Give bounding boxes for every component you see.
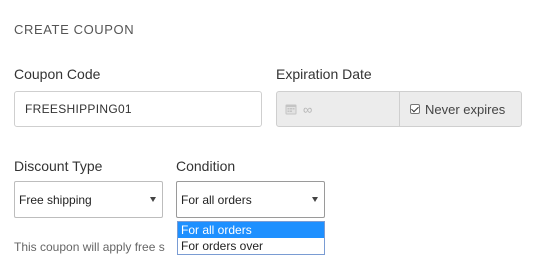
calendar-icon (285, 103, 297, 115)
condition-dropdown-list: For all orders For orders over (177, 221, 325, 255)
never-expires-label: Never expires (425, 101, 506, 117)
chevron-down-icon (312, 197, 318, 202)
discount-type-value: Free shipping (19, 192, 92, 207)
condition-value: For all orders (181, 192, 252, 207)
expiration-date-label: Expiration Date (276, 66, 372, 82)
expiration-date-value: ∞ (303, 101, 313, 117)
coupon-description-note: This coupon will apply free s (14, 240, 165, 254)
coupon-code-input[interactable] (14, 91, 262, 127)
checkbox-checked-icon[interactable] (410, 104, 420, 114)
condition-label: Condition (176, 158, 236, 174)
coupon-code-label: Coupon Code (14, 66, 101, 82)
condition-option-all-orders[interactable]: For all orders (178, 222, 324, 238)
condition-option-orders-over[interactable]: For orders over (178, 238, 324, 254)
expiration-date-group: ∞ Never expires (276, 91, 522, 127)
expiration-date-field[interactable]: ∞ (277, 92, 400, 126)
discount-type-label: Discount Type (14, 158, 103, 174)
chevron-down-icon (150, 197, 156, 202)
condition-select[interactable]: For all orders (176, 181, 325, 218)
section-title: CREATE COUPON (14, 22, 135, 37)
create-coupon-form: CREATE COUPON Coupon Code Expiration Dat… (0, 0, 543, 272)
never-expires-toggle[interactable]: Never expires (400, 92, 521, 126)
discount-type-select[interactable]: Free shipping (14, 181, 163, 218)
